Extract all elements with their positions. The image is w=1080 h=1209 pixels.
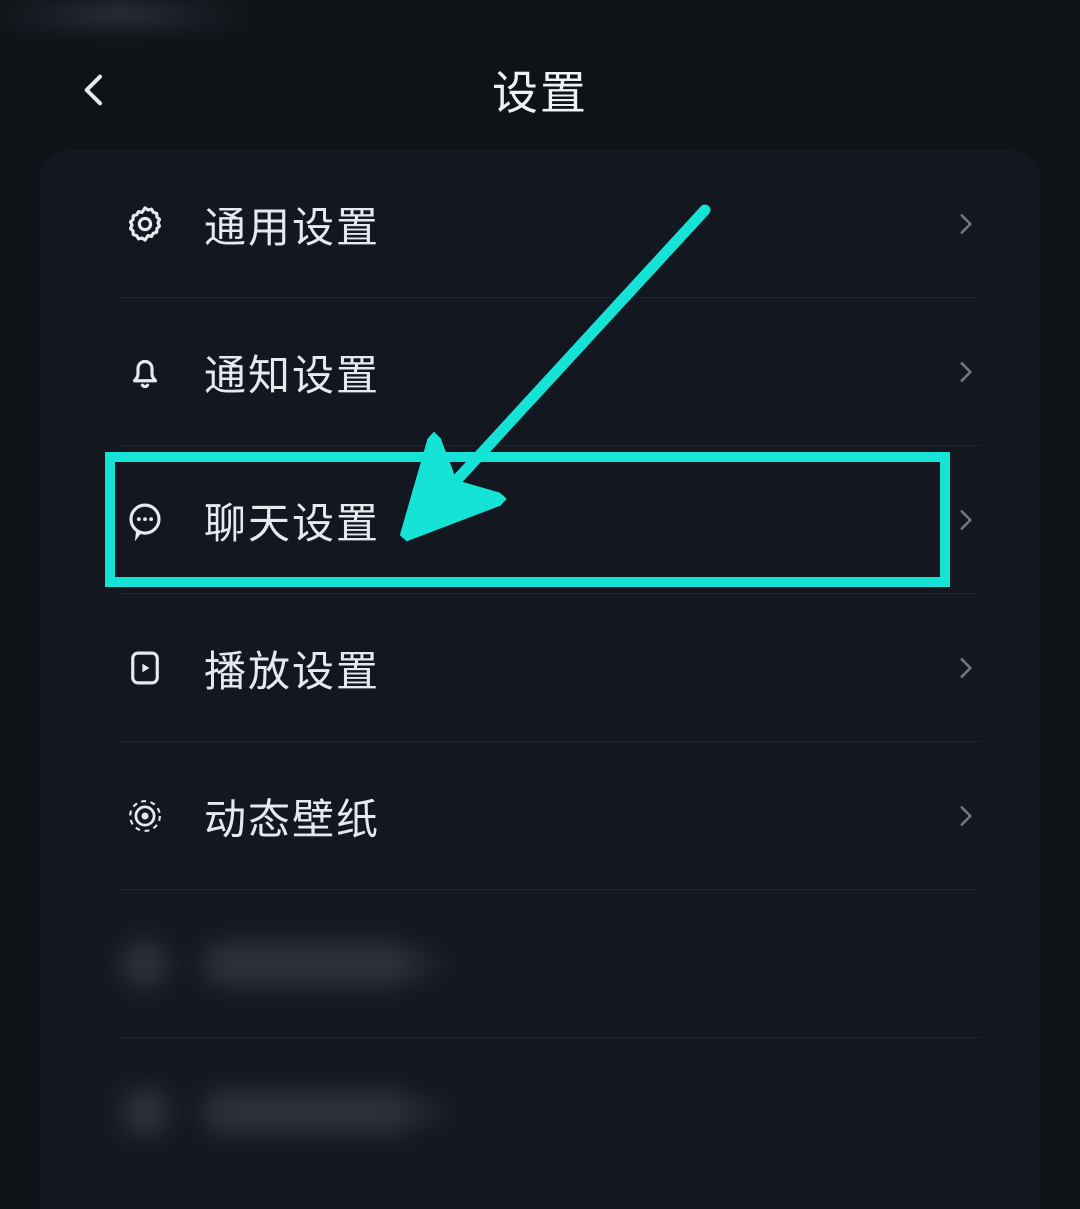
settings-row-playback[interactable]: 播放设置 bbox=[40, 594, 1040, 742]
bell-icon bbox=[120, 347, 170, 397]
chevron-left-icon bbox=[75, 70, 115, 110]
play-icon bbox=[120, 643, 170, 693]
settings-panel: 通用设置 通知设置 bbox=[40, 150, 1040, 1209]
settings-screen: 设置 通用设置 通知设置 bbox=[0, 0, 1080, 1209]
settings-row-label: 播放设置 bbox=[204, 638, 950, 699]
blur-icon bbox=[120, 1087, 170, 1137]
chat-icon bbox=[120, 495, 170, 545]
page-title: 设置 bbox=[492, 57, 588, 123]
settings-row-blurred[interactable] bbox=[40, 1038, 1040, 1186]
chevron-right-icon bbox=[950, 653, 980, 683]
settings-row-blurred[interactable] bbox=[40, 890, 1040, 1038]
settings-row-label bbox=[204, 1091, 414, 1133]
wallpaper-icon bbox=[120, 791, 170, 841]
blur-icon bbox=[120, 939, 170, 989]
gear-icon bbox=[120, 199, 170, 249]
settings-row-label: 通知设置 bbox=[204, 342, 950, 403]
chevron-right-icon bbox=[414, 949, 444, 979]
chevron-right-icon bbox=[950, 801, 980, 831]
settings-row-label: 动态壁纸 bbox=[204, 786, 950, 847]
settings-row-label: 通用设置 bbox=[204, 194, 950, 255]
settings-row-notifications[interactable]: 通知设置 bbox=[40, 298, 1040, 446]
chevron-right-icon bbox=[950, 505, 980, 535]
chevron-right-icon bbox=[950, 209, 980, 239]
statusbar-blur bbox=[0, 0, 1080, 30]
settings-row-label bbox=[204, 943, 414, 985]
header-bar: 设置 bbox=[0, 45, 1080, 135]
back-button[interactable] bbox=[70, 65, 120, 115]
settings-row-wallpaper[interactable]: 动态壁纸 bbox=[40, 742, 1040, 890]
chevron-right-icon bbox=[414, 1097, 444, 1127]
settings-row-general[interactable]: 通用设置 bbox=[40, 150, 1040, 298]
chevron-right-icon bbox=[950, 357, 980, 387]
settings-row-chat[interactable]: 聊天设置 bbox=[40, 446, 1040, 594]
settings-row-label: 聊天设置 bbox=[204, 490, 950, 551]
